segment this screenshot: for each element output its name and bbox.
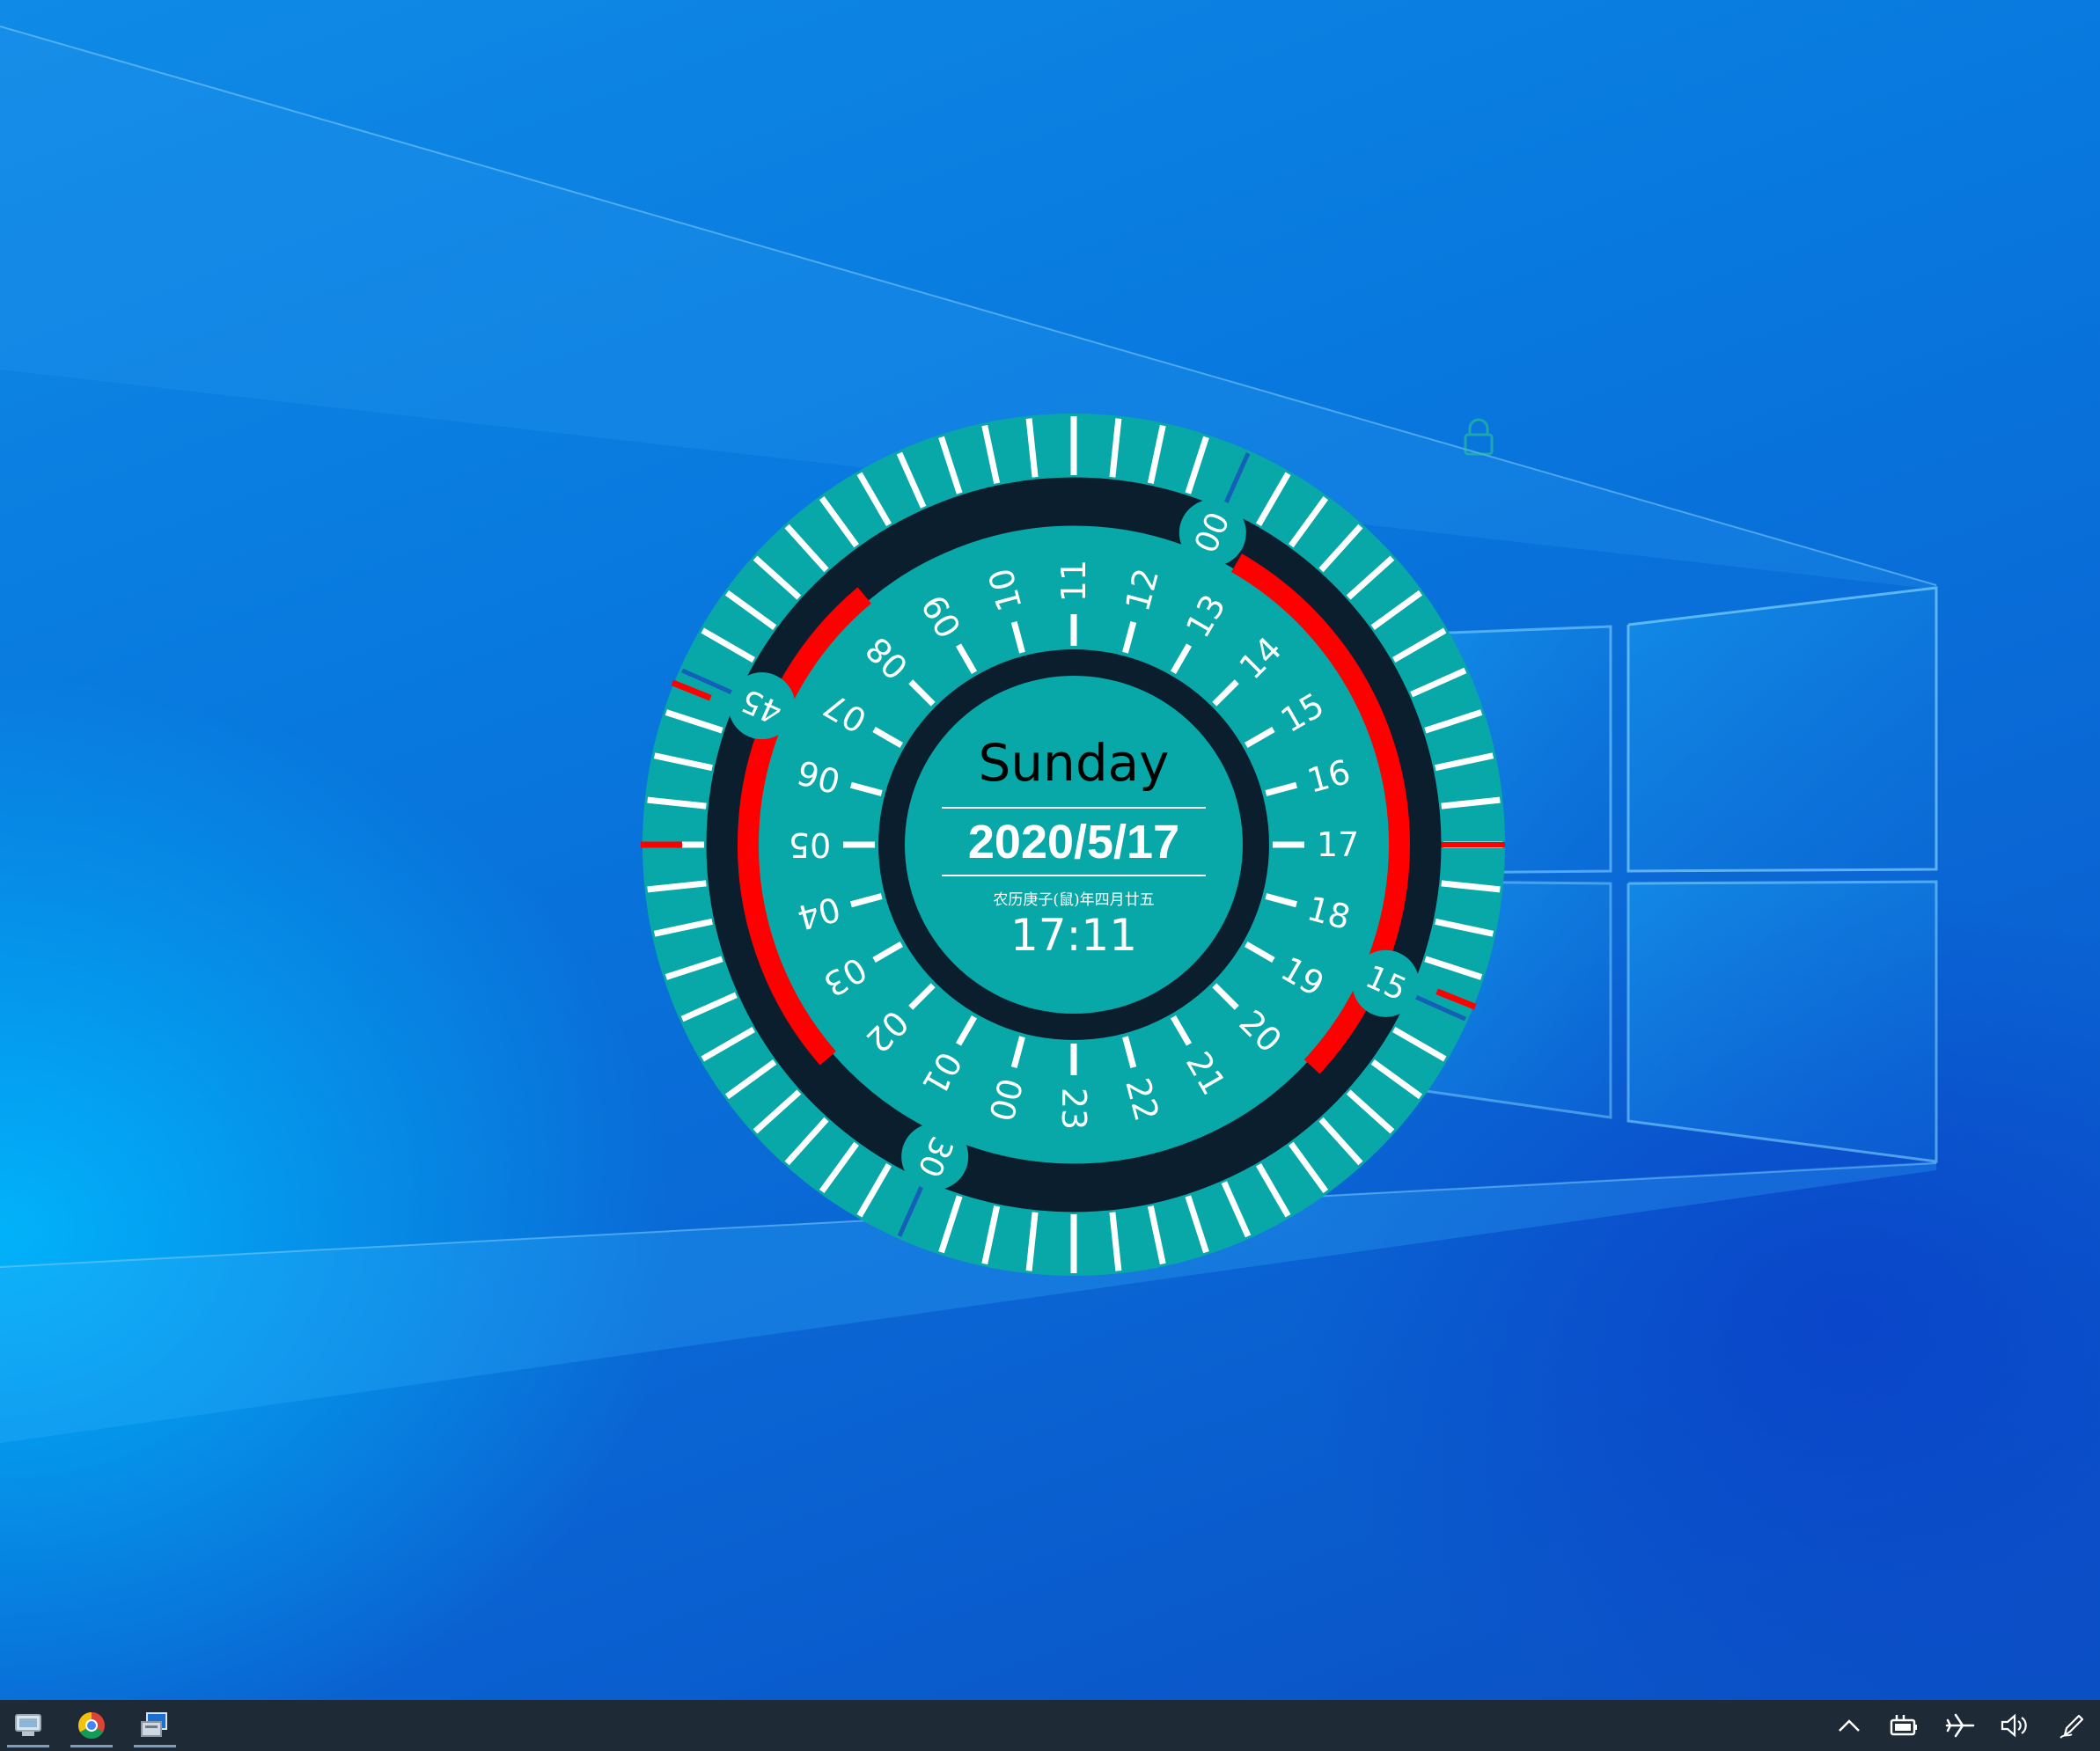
- clock-widget[interactable]: 00 01 02 03 04 05 06 07 08 09 10 11 12 13 14 15 16 17 18 19…: [616, 387, 1531, 1302]
- time-label: 17:11: [1010, 910, 1137, 961]
- hour-label: 23: [1054, 1088, 1093, 1130]
- clock-dial: 00010203040506070809 10 11 12 13141516171819…: [641, 414, 1505, 1276]
- hour-label: 05: [789, 825, 831, 864]
- taskbar-app-settings[interactable]: [128, 1703, 181, 1747]
- hour-label: 17: [1317, 825, 1359, 864]
- volume-icon: [2001, 1713, 2027, 1738]
- chevron-up-icon: [1839, 1719, 1860, 1732]
- tray-volume[interactable]: [1996, 1707, 2033, 1744]
- computer-icon: [15, 1714, 41, 1736]
- tray-pen[interactable]: [2054, 1707, 2091, 1744]
- battery-plug-icon: [1890, 1715, 1917, 1736]
- tray-airplane-mode[interactable]: [1942, 1707, 1979, 1744]
- lunar-date-label: 农历庚子(鼠)年四月廿五: [993, 891, 1154, 909]
- hour-label: 11: [1054, 560, 1093, 602]
- chrome-icon: [77, 1712, 105, 1740]
- tray-power[interactable]: [1885, 1707, 1922, 1744]
- airplane-mode-icon: [1945, 1713, 1975, 1738]
- date-label: 2020/5/17: [968, 816, 1179, 868]
- taskbar-app-desktop-manager[interactable]: [2, 1703, 55, 1747]
- desktop: 00 01 02 03 04 05 06 07 08 09 10 11 12 13 14 15 16 17 18 19…: [0, 0, 2100, 1700]
- tray-chevron-up[interactable]: [1831, 1707, 1868, 1744]
- taskbar-app-chrome[interactable]: [65, 1703, 118, 1747]
- center-face: Sunday 2020/5/17 农历庚子(鼠)年四月廿五 17:11: [878, 649, 1269, 1040]
- taskbar: [0, 1700, 2100, 1751]
- app-window-icon: [141, 1712, 167, 1737]
- pen-icon: [2060, 1714, 2084, 1739]
- weekday-label: Sunday: [978, 733, 1169, 793]
